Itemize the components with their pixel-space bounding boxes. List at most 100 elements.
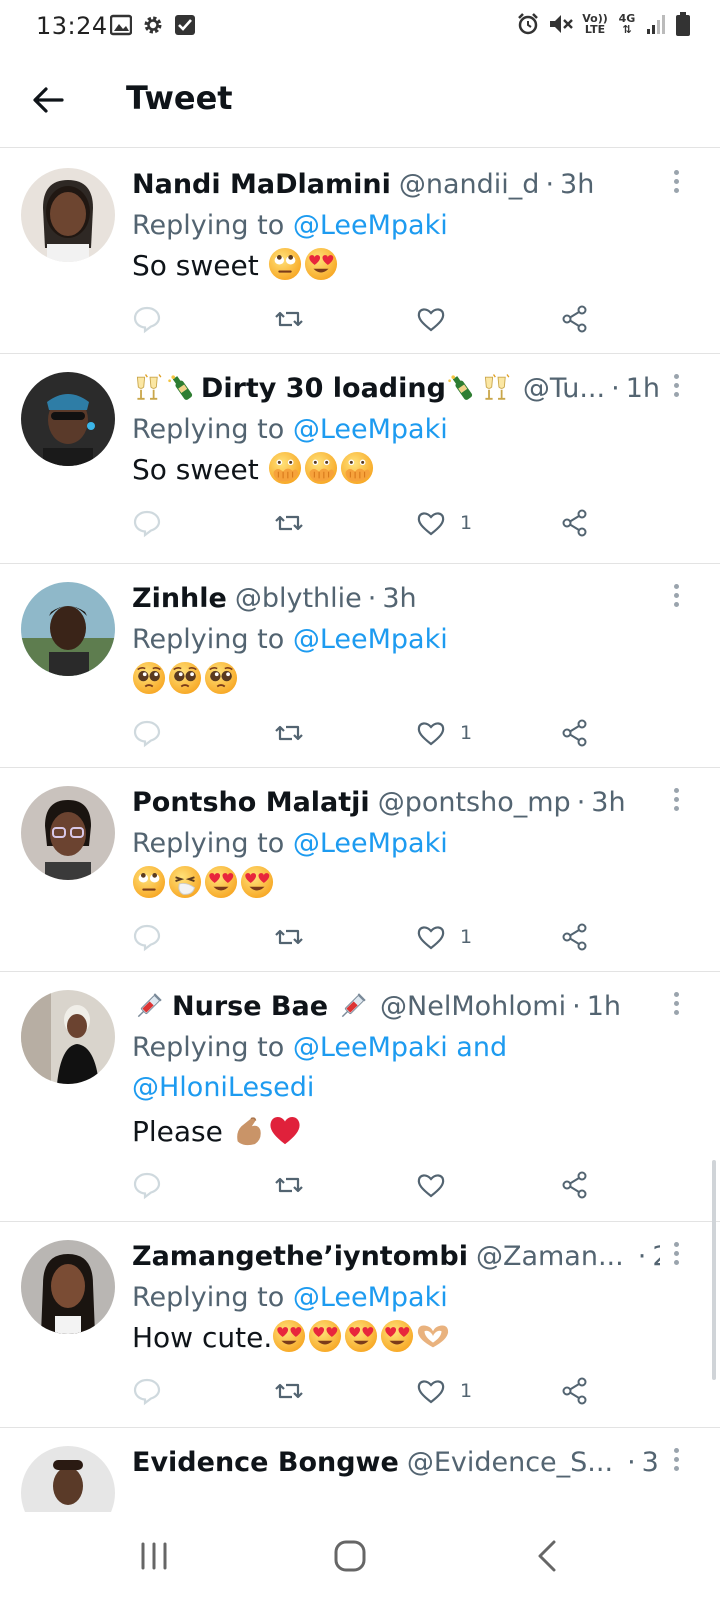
display-name[interactable]: Evidence Bongwe: [132, 1447, 399, 1478]
replying-to-label: Replying to: [132, 1032, 285, 1063]
reply-mention-link[interactable]: @LeeMpaki: [293, 624, 448, 655]
user-handle[interactable]: @blythlie: [235, 583, 362, 614]
user-handle[interactable]: @Tu...: [523, 373, 605, 404]
reply-mention-link[interactable]: @LeeMpaki and: [293, 1032, 507, 1063]
avatar[interactable]: [21, 990, 115, 1084]
hand-over-mouth-emoji: [304, 451, 338, 485]
recent-apps-icon[interactable]: [134, 1536, 174, 1576]
more-options-icon[interactable]: [670, 374, 682, 400]
reply-tweet[interactable]: Zinhle @blythlie · 3h Replying to @LeeMp…: [0, 564, 720, 768]
avatar[interactable]: [21, 1240, 115, 1334]
reply-button[interactable]: [132, 302, 162, 336]
reply-tweet[interactable]: Nandi MaDlamini @nandii_d · 3h Replying …: [0, 150, 720, 354]
like-button[interactable]: 1: [416, 716, 472, 750]
display-name[interactable]: Dirty 30 loading: [201, 373, 446, 404]
reply-mention-link[interactable]: @LeeMpaki: [293, 828, 448, 859]
reply-button[interactable]: [132, 1168, 162, 1202]
tweet-text: Please: [132, 1112, 304, 1152]
share-button[interactable]: [560, 1168, 590, 1202]
reply-tweet[interactable]: Nurse Bae @NelMohlomi · 1h Replying to @…: [0, 972, 720, 1222]
back-arrow-icon[interactable]: [28, 80, 68, 120]
home-icon[interactable]: [330, 1536, 370, 1576]
clinking-glasses-emoji: [480, 371, 512, 405]
more-options-icon[interactable]: [670, 992, 682, 1018]
tweet-actions: 1: [132, 1374, 602, 1408]
reply-button[interactable]: [132, 1374, 162, 1408]
retweet-button[interactable]: [274, 302, 304, 336]
alarm-icon: [518, 13, 538, 35]
replying-to-label: Replying to: [132, 1282, 285, 1313]
reply-tweet[interactable]: Zamangethe’iyntombi @Zaman... · 2h Reply…: [0, 1222, 720, 1428]
display-name[interactable]: Nurse Bae: [172, 991, 328, 1022]
user-handle[interactable]: @Evidence_S...: [407, 1447, 613, 1478]
retweet-button[interactable]: [274, 920, 304, 954]
retweet-button[interactable]: [274, 506, 304, 540]
user-handle[interactable]: @NelMohlomi: [380, 991, 566, 1022]
display-name[interactable]: Zamangethe’iyntombi: [132, 1241, 468, 1272]
like-button[interactable]: 1: [416, 506, 472, 540]
page-title: Tweet: [126, 79, 233, 117]
reply-tweet[interactable]: Dirty 30 loading @Tu... · 1h Replying to…: [0, 354, 720, 564]
replying-to: Replying to @LeeMpaki and @HloniLesedi: [132, 1028, 672, 1108]
heart-hands-emoji: [416, 1319, 450, 1353]
gallery-icon: [110, 14, 132, 36]
reply-tweet[interactable]: Evidence Bongwe @Evidence_S... · 3h: [0, 1428, 720, 1512]
replies-feed[interactable]: Nandi MaDlamini @nandii_d · 3h Replying …: [0, 150, 720, 1512]
hand-over-mouth-emoji: [268, 451, 302, 485]
share-button[interactable]: [560, 1374, 590, 1408]
more-options-icon[interactable]: [670, 1242, 682, 1268]
reply-button[interactable]: [132, 716, 162, 750]
reply-mention-link[interactable]: @LeeMpaki: [293, 210, 448, 241]
timestamp: 3h: [382, 582, 417, 614]
pleading-face-emoji: [132, 661, 166, 695]
like-count: 1: [460, 926, 473, 948]
avatar[interactable]: [21, 372, 115, 466]
share-button[interactable]: [560, 506, 590, 540]
system-status-icons: Vo)) LTE 4G ⇅: [516, 12, 690, 36]
tweet-header: Nandi MaDlamini @nandii_d · 3h: [132, 164, 660, 204]
avatar[interactable]: [21, 1446, 115, 1512]
share-button[interactable]: [560, 716, 590, 750]
display-name[interactable]: Nandi MaDlamini: [132, 169, 391, 200]
reply-button[interactable]: [132, 920, 162, 954]
more-options-icon[interactable]: [670, 788, 682, 814]
like-button[interactable]: 1: [416, 920, 472, 954]
user-handle[interactable]: @pontsho_mp: [378, 787, 571, 818]
like-button[interactable]: 1: [416, 1374, 472, 1408]
retweet-button[interactable]: [274, 716, 304, 750]
reply-mention-link[interactable]: @LeeMpaki: [293, 1282, 448, 1313]
reply-icon: [133, 510, 161, 538]
reply-mention-link-2[interactable]: @HloniLesedi: [132, 1072, 314, 1103]
reply-tweet[interactable]: Pontsho Malatji @pontsho_mp · 3h Replyin…: [0, 768, 720, 972]
share-icon: [562, 719, 587, 747]
heart-eyes-emoji: [272, 1319, 306, 1353]
user-handle[interactable]: @nandii_d: [399, 169, 540, 200]
like-count: 1: [460, 722, 473, 744]
retweet-button[interactable]: [274, 1374, 304, 1408]
display-name[interactable]: Pontsho Malatji: [132, 787, 370, 818]
like-button[interactable]: [416, 1168, 446, 1202]
more-options-icon[interactable]: [670, 584, 682, 610]
tweet-actions: [132, 302, 602, 336]
more-options-icon[interactable]: [670, 1448, 682, 1474]
reply-button[interactable]: [132, 506, 162, 540]
sneezing-face-emoji: [168, 865, 202, 899]
separator-dot: ·: [572, 990, 581, 1022]
avatar[interactable]: [21, 582, 115, 676]
avatar[interactable]: [21, 786, 115, 880]
hand-over-mouth-emoji: [340, 451, 374, 485]
avatar[interactable]: [21, 168, 115, 262]
share-button[interactable]: [560, 302, 590, 336]
retweet-button[interactable]: [274, 1168, 304, 1202]
more-options-icon[interactable]: [670, 170, 682, 196]
display-name[interactable]: Zinhle: [132, 583, 227, 614]
back-nav-icon[interactable]: [528, 1536, 568, 1576]
share-button[interactable]: [560, 920, 590, 954]
scrollbar[interactable]: [712, 1160, 716, 1380]
replying-to: Replying to @LeeMpaki: [132, 1278, 672, 1318]
tweet-actions: [132, 1168, 602, 1202]
like-button[interactable]: [416, 302, 446, 336]
reply-mention-link[interactable]: @LeeMpaki: [293, 414, 448, 445]
user-handle[interactable]: @Zaman...: [476, 1241, 624, 1272]
replying-to-label: Replying to: [132, 624, 285, 655]
